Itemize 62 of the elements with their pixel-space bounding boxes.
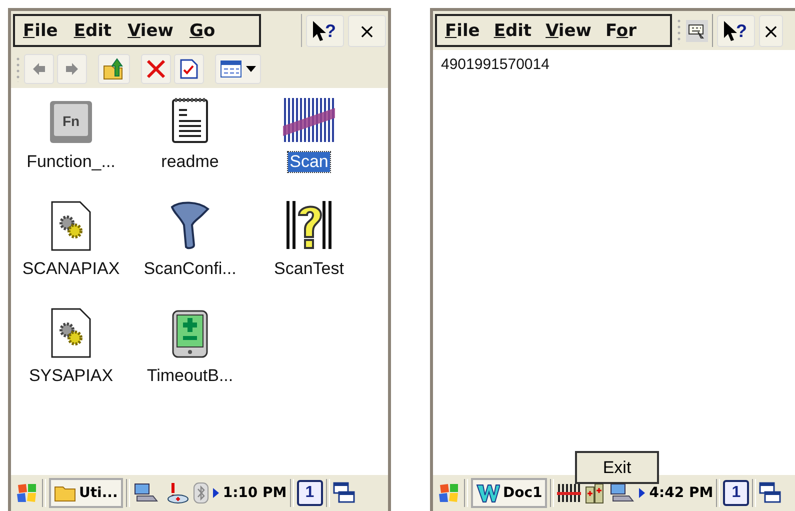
- menu-item[interactable]: Go: [189, 20, 216, 40]
- checked-document-icon: [180, 59, 198, 79]
- properties-button[interactable]: [174, 54, 204, 84]
- folder-up-arrow-icon: [103, 58, 125, 80]
- start-flag-icon[interactable]: [437, 482, 461, 504]
- desktop-number-button[interactable]: 1: [296, 480, 323, 506]
- help-button[interactable]: ?: [306, 14, 344, 46]
- menu-item[interactable]: View: [128, 20, 174, 40]
- up-folder-button[interactable]: [98, 54, 130, 84]
- forward-button[interactable]: [57, 54, 87, 84]
- barcode-scanner-icon[interactable]: [557, 482, 582, 504]
- back-arrow-icon: [32, 62, 46, 76]
- fn-key-icon: Fn: [49, 100, 93, 144]
- clock-time[interactable]: 4:42 PM: [649, 485, 714, 501]
- menu-item[interactable]: For: [605, 20, 636, 40]
- file-name[interactable]: readme: [159, 152, 221, 172]
- w-letter-icon: [476, 483, 500, 503]
- expand-arrow-icon[interactable]: [212, 488, 219, 498]
- notepad-icon: [171, 96, 209, 144]
- menu-item[interactable]: File: [445, 20, 480, 40]
- input-panel-button[interactable]: [686, 20, 708, 42]
- menu-item[interactable]: File: [23, 20, 58, 40]
- folder-icon: [54, 484, 76, 502]
- file-name[interactable]: ScanTest: [272, 259, 346, 279]
- network-computer-icon[interactable]: [132, 482, 159, 504]
- keyboard-panel-icon: [688, 22, 706, 40]
- taskbar-window-button[interactable]: Uti...: [49, 478, 123, 508]
- delete-x-icon: [146, 59, 166, 79]
- forward-arrow-icon: [65, 62, 79, 76]
- close-button[interactable]: ×: [759, 14, 783, 46]
- barcode-icon: [283, 96, 335, 144]
- windows-stack-icon[interactable]: [759, 482, 782, 504]
- view-menu-button[interactable]: [215, 54, 261, 84]
- file-name[interactable]: SYSAPIAX: [26, 366, 116, 386]
- battery-cards-icon[interactable]: [585, 482, 606, 504]
- menu-item[interactable]: View: [546, 20, 592, 40]
- back-button[interactable]: [24, 54, 54, 84]
- file-name[interactable]: Function_...: [24, 152, 118, 172]
- file-name[interactable]: SCANAPIAX: [20, 259, 122, 279]
- taskbar-window-button[interactable]: Doc1: [471, 478, 548, 508]
- document-text: 4901991570014: [441, 56, 550, 73]
- start-flag-icon[interactable]: [15, 482, 39, 504]
- desktop-number-button[interactable]: 1: [723, 480, 750, 506]
- menu-item[interactable]: Edit: [74, 20, 112, 40]
- expand-arrow-icon[interactable]: [639, 488, 646, 498]
- menu-item[interactable]: Edit: [494, 20, 532, 40]
- gear-file-icon: [50, 308, 92, 358]
- handheld-device-icon: [172, 310, 208, 358]
- windows-stack-icon[interactable]: [332, 482, 355, 504]
- caret-icon: [246, 66, 256, 72]
- gear-file-icon: [50, 201, 92, 251]
- view-list-icon: [220, 60, 242, 78]
- clock-time[interactable]: 1:10 PM: [222, 485, 287, 501]
- network-computer-icon[interactable]: [609, 482, 636, 504]
- file-name[interactable]: Scan: [288, 152, 330, 172]
- file-name[interactable]: ScanConfi...: [142, 259, 238, 279]
- close-button[interactable]: ×: [348, 14, 386, 46]
- menu-item[interactable]: Exit: [602, 458, 632, 478]
- help-button[interactable]: ?: [717, 14, 755, 46]
- file-name[interactable]: TimeoutB...: [144, 366, 236, 386]
- delete-button[interactable]: [141, 54, 171, 84]
- question-barcode-icon: [285, 199, 333, 251]
